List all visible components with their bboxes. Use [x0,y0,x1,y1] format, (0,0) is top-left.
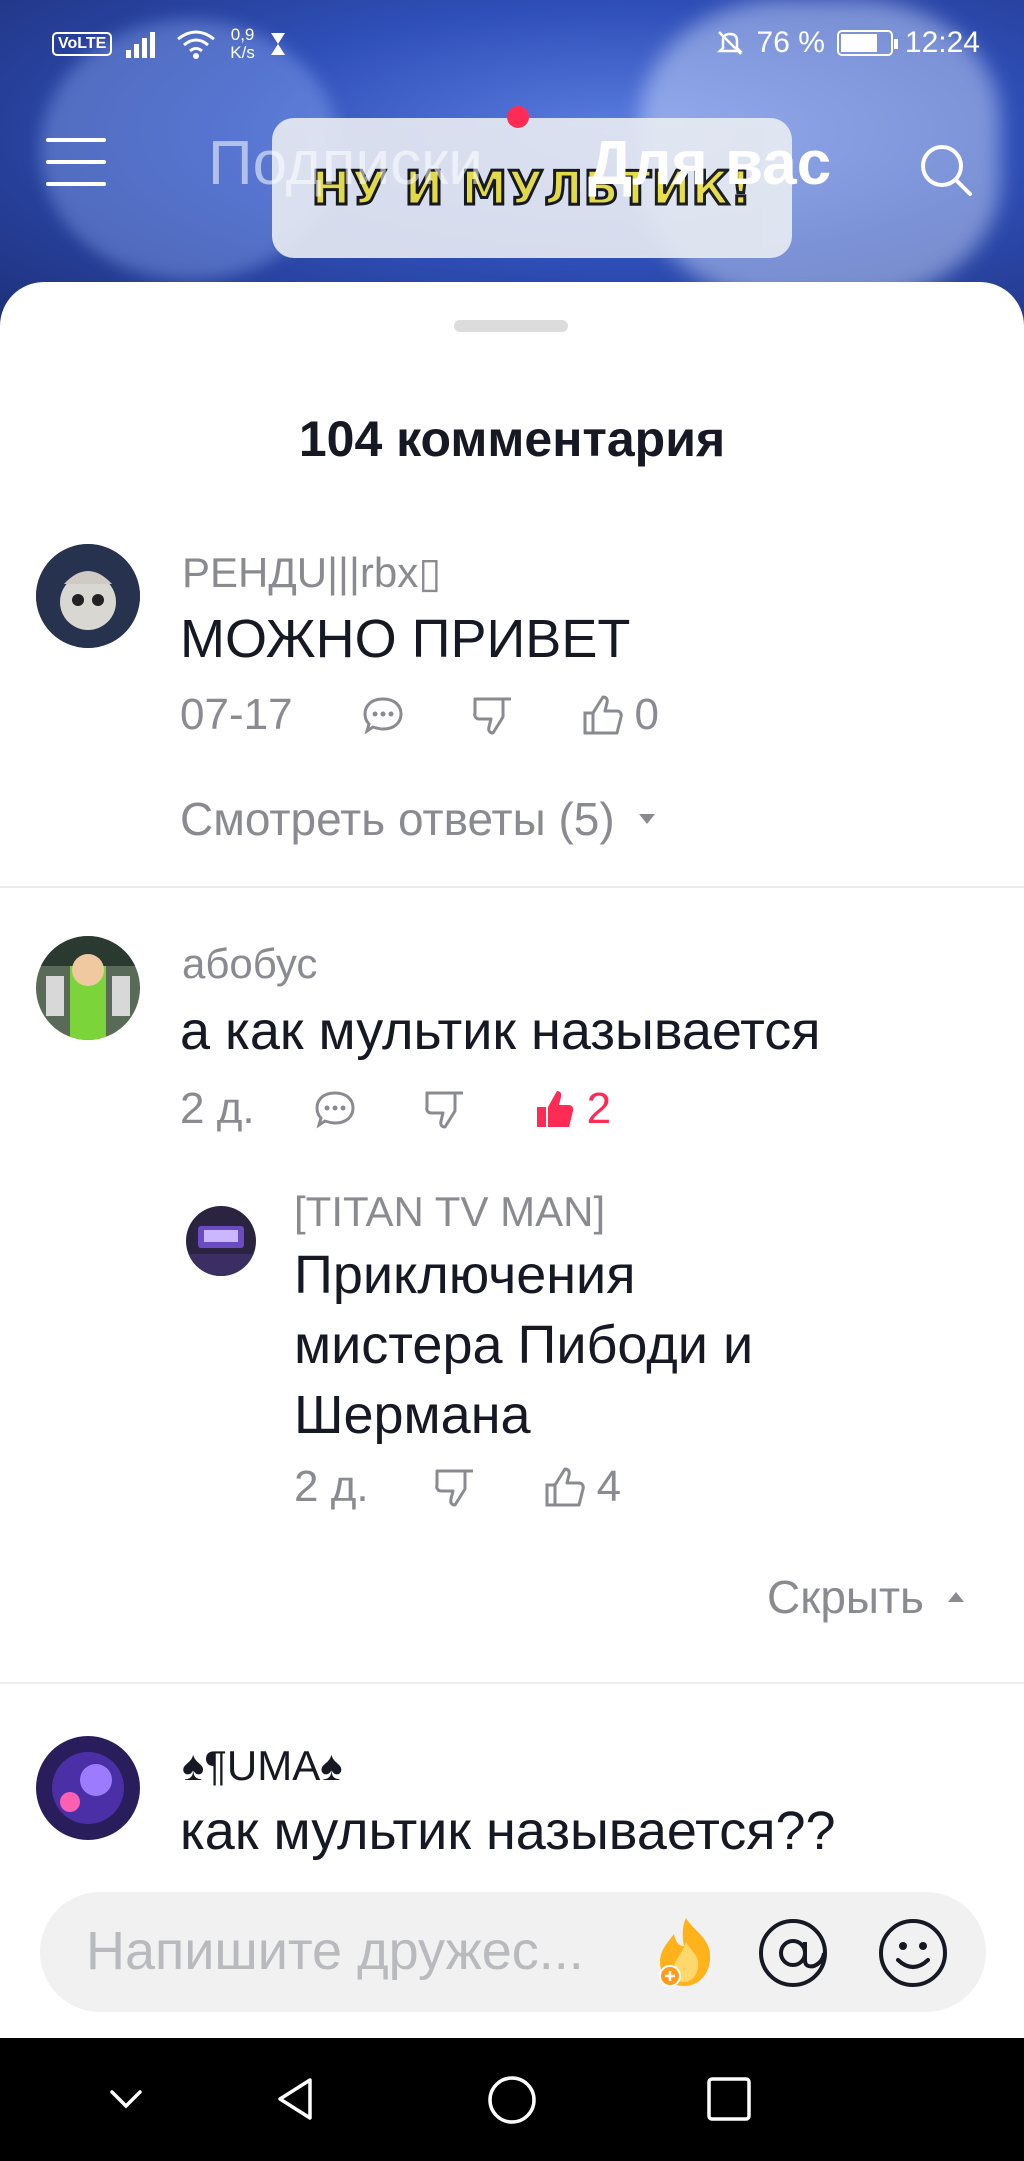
volte-badge: VoLTE [52,32,113,56]
comment-username[interactable]: ♠¶UMA♠ [182,1742,343,1790]
mention-at-icon[interactable] [756,1916,830,1990]
like-count: 0 [634,690,660,739]
avatar[interactable] [36,936,140,1040]
comment-meta: 2 д. 2 [180,1084,611,1134]
comment-meta: 07-17 0 [180,690,659,740]
thumbs-down-icon[interactable] [469,691,517,739]
thumbs-down-icon[interactable] [421,1085,469,1133]
comments-count-title: 104 комментария [298,411,726,467]
emoji-smile-icon[interactable] [876,1916,950,1990]
tab-for-you[interactable]: Для вас [588,128,831,199]
chevron-down-icon [638,814,655,824]
reply-text[interactable]: Приключения мистера Пибоди и Шермана [294,1240,753,1450]
reply-username[interactable]: [TITAN TV MAN] [294,1188,605,1236]
thumbs-up-icon[interactable] [579,691,627,739]
reply-meta: 2 д. 4 [294,1462,621,1512]
avatar[interactable] [36,544,140,648]
comment-date: 07-17 [180,690,293,739]
top-nav: Подписки Для вас [0,100,1024,220]
like-count: 4 [596,1462,622,1511]
back-icon[interactable] [270,2074,320,2124]
battery-icon [836,30,898,56]
reply-bubble-icon[interactable] [359,691,407,739]
home-icon[interactable] [486,2074,538,2126]
recents-icon[interactable] [704,2074,754,2124]
avatar[interactable] [186,1206,256,1276]
thumbs-down-icon[interactable] [431,1463,479,1511]
comment-divider [0,1682,1024,1684]
battery-percent: 76 % [756,26,825,59]
system-nav-bar [0,2038,1024,2161]
like-count: 2 [586,1084,612,1133]
sheet-grabber[interactable] [454,320,568,332]
menu-icon[interactable] [46,138,106,188]
fire-emoji-icon[interactable] [646,1912,726,1992]
comments-sheet: 104 комментария РЕНДU|||rbx▯ МОЖНО ПРИВЕ… [0,282,1024,2038]
clock: 12:24 [904,26,980,59]
search-icon[interactable] [916,140,976,200]
avatar[interactable] [36,1736,140,1840]
comment-text[interactable]: МОЖНО ПРИВЕТ [180,604,630,674]
comment-text[interactable]: как мультик называется?? [180,1796,836,1866]
comment-text[interactable]: а как мультик называется [180,996,821,1066]
status-bar: VoLTE 0,9 K/s 76 % 12:24 [0,0,1024,90]
wifi-icon [177,30,216,59]
tab-subscriptions[interactable]: Подписки [208,128,483,199]
bell-muted-icon [716,31,743,55]
comment-username[interactable]: РЕНДU|||rbx▯ [182,548,441,597]
net-speed: 0,9 K/s [230,25,255,62]
view-replies-button[interactable]: Смотреть ответы (5) [180,792,655,846]
comment-date: 2 д. [180,1084,255,1133]
reply-bubble-icon[interactable] [311,1085,359,1133]
comment-input[interactable]: Напишите дружес... [86,1920,584,1982]
chevron-up-icon [948,1592,964,1602]
comment-username[interactable]: абобус [182,940,317,988]
thumbs-up-filled-icon[interactable] [531,1085,579,1133]
chevron-down-icon[interactable] [106,2074,146,2124]
hourglass-icon [270,33,285,55]
reply-date: 2 д. [294,1462,369,1511]
comment-input-bar[interactable]: Напишите дружес... [40,1892,986,2012]
thumbs-up-icon[interactable] [541,1463,589,1511]
notification-dot [507,106,529,128]
comment-divider [0,886,1024,888]
hide-replies-button[interactable]: Скрыть [767,1570,964,1624]
signal-icon [126,32,156,58]
